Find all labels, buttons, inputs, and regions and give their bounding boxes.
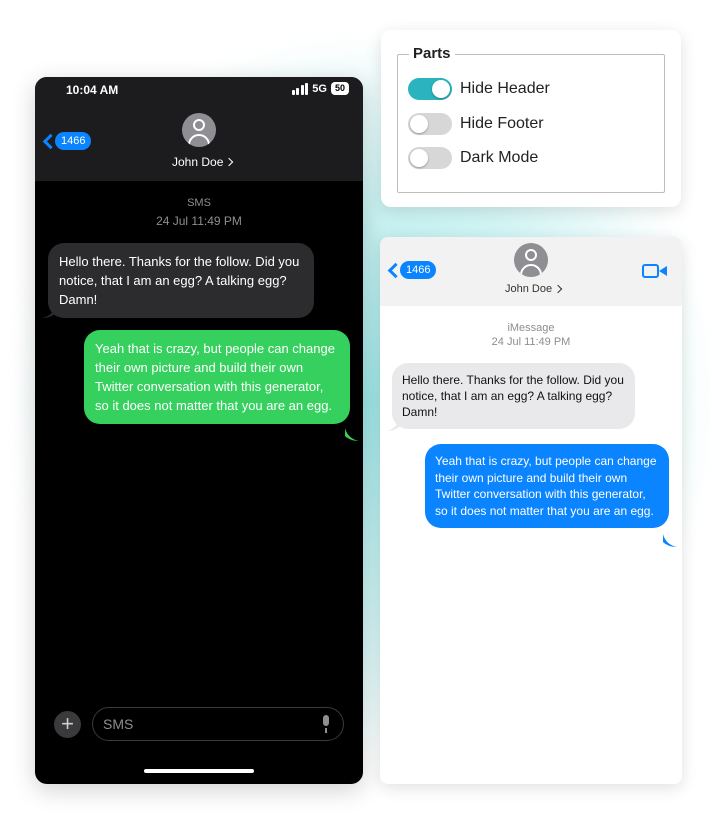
light-header: 1466 John Doe	[380, 237, 682, 306]
incoming-message-bubble: Hello there. Thanks for the follow. Did …	[392, 363, 635, 429]
status-time: 10:04 AM	[66, 83, 119, 97]
signal-icon	[291, 82, 309, 95]
message-input-placeholder: SMS	[103, 716, 134, 732]
contact-name-link[interactable]: John Doe	[505, 283, 563, 295]
contact-name: John Doe	[505, 283, 553, 295]
back-button[interactable]: 1466	[42, 132, 92, 150]
hide-footer-row[interactable]: Hide Footer	[408, 113, 544, 135]
home-indicator	[144, 769, 254, 773]
message-input[interactable]: SMS	[92, 707, 344, 741]
dark-mode-row[interactable]: Dark Mode	[408, 147, 538, 169]
contact-avatar[interactable]	[514, 243, 548, 277]
service-label: SMS	[187, 197, 211, 209]
dark-mode-label: Dark Mode	[460, 149, 539, 166]
chevron-right-icon	[553, 284, 563, 294]
hide-header-toggle[interactable]	[408, 78, 452, 100]
hide-header-row[interactable]: Hide Header	[408, 78, 550, 100]
message-timestamp: 24 Jul 11:49 PM	[156, 214, 242, 228]
add-attachment-button[interactable]: +	[54, 711, 81, 738]
outgoing-message-bubble: Yeah that is crazy, but people can chang…	[425, 444, 669, 528]
service-label: iMessage	[507, 322, 555, 334]
battery-icon: 50	[330, 82, 349, 95]
dark-header: 10:04 AM 5G 50 1466 John Doe	[35, 77, 363, 181]
microphone-icon[interactable]	[321, 715, 331, 733]
parts-panel: Parts Hide Header Hide Footer Dark Mode	[381, 30, 681, 207]
compose-bar: + SMS	[35, 707, 363, 743]
hide-footer-label: Hide Footer	[460, 115, 544, 132]
unread-count-badge: 1466	[55, 132, 92, 150]
light-phone-preview: 1466 John Doe iMessage 24 Jul 11:49 PM H…	[380, 237, 682, 784]
hide-footer-toggle[interactable]	[408, 113, 452, 135]
contact-avatar[interactable]	[182, 113, 216, 147]
status-bar-icons: 5G 50	[291, 82, 349, 95]
contact-name-link[interactable]: John Doe	[172, 155, 234, 169]
chevron-right-icon	[225, 157, 234, 167]
parts-legend: Parts	[409, 45, 455, 62]
dark-phone-preview: 10:04 AM 5G 50 1466 John Doe SMS 24 Jul …	[35, 77, 363, 784]
message-timestamp: 24 Jul 11:49 PM	[491, 336, 571, 348]
outgoing-bubble-tail	[663, 534, 677, 547]
outgoing-message-bubble: Yeah that is crazy, but people can chang…	[84, 330, 350, 424]
video-call-icon[interactable]	[642, 264, 668, 278]
dark-mode-toggle[interactable]	[408, 147, 452, 169]
network-label: 5G	[312, 82, 327, 95]
contact-name: John Doe	[172, 155, 224, 169]
incoming-message-bubble: Hello there. Thanks for the follow. Did …	[48, 243, 314, 318]
back-button-light[interactable]: 1466	[387, 261, 437, 279]
outgoing-bubble-tail	[345, 428, 359, 441]
hide-header-label: Hide Header	[460, 80, 550, 97]
unread-count-badge: 1466	[400, 261, 437, 279]
